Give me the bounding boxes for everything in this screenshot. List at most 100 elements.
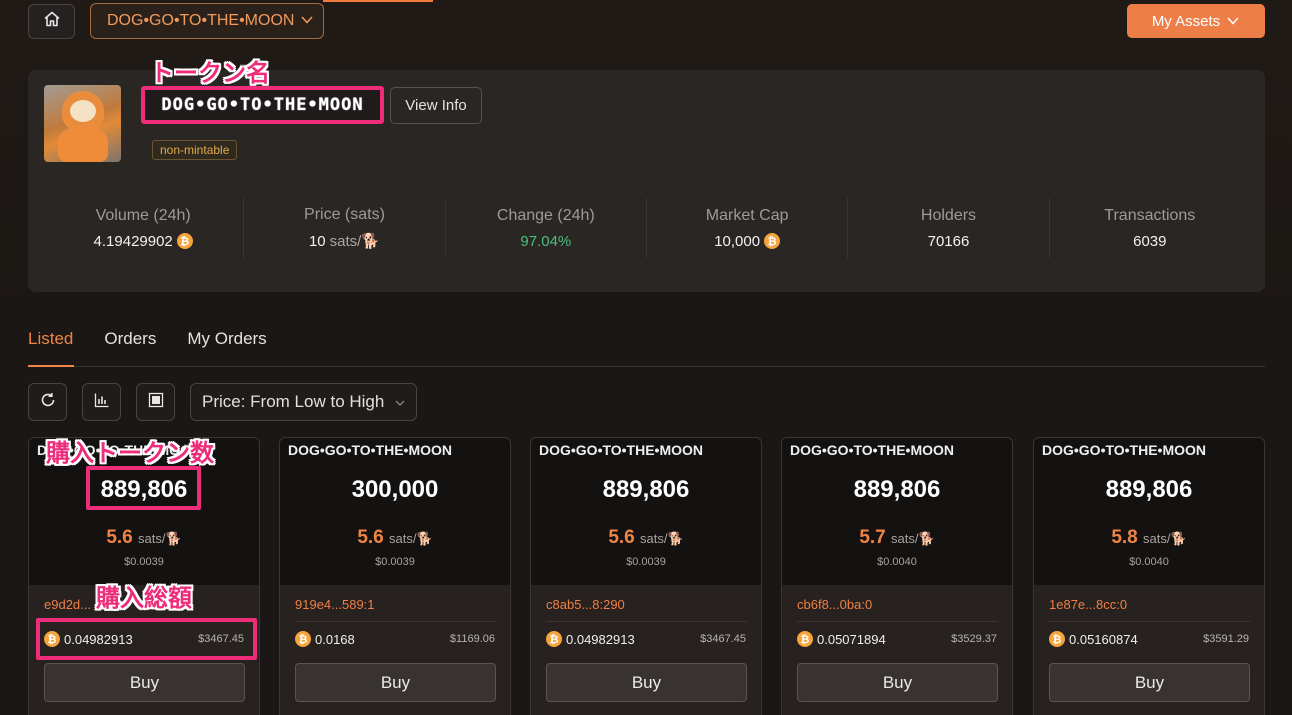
card-unit-price: 5.7 sats/🐕 bbox=[782, 527, 1012, 549]
card-utxo-id[interactable]: cb6f8...0ba:0 bbox=[797, 597, 872, 612]
stat-value-row: 10,000 ₿ bbox=[714, 232, 781, 250]
btc-icon: ₿ bbox=[44, 631, 60, 647]
stat-label: Price (sats) bbox=[304, 206, 385, 223]
annotation-total-price: 購入総額 bbox=[96, 584, 192, 612]
card-total-usd: $3467.45 bbox=[700, 633, 746, 645]
token-stats: Volume (24h) 4.19429902 ₿ Price (sats) 1… bbox=[43, 198, 1250, 258]
card-unit-usd: $0.0039 bbox=[124, 556, 164, 568]
card-utxo-id[interactable]: e9d2d... bbox=[44, 597, 91, 612]
card-total-price: ₿ 0.05160874 bbox=[1049, 631, 1138, 647]
non-mintable-badge: non-mintable bbox=[152, 140, 238, 160]
card-price-value: 5.6 bbox=[608, 527, 635, 548]
btc-icon: ₿ bbox=[295, 631, 311, 647]
divider bbox=[1049, 621, 1250, 622]
card-price-value: 5.6 bbox=[106, 527, 133, 548]
listing-card[interactable]: DOG•GO•TO•THE•MOON 300,000 5.6 sats/🐕 $0… bbox=[279, 437, 511, 715]
divider bbox=[797, 621, 998, 622]
card-total-usd: $3591.29 bbox=[1203, 633, 1249, 645]
buy-button[interactable]: Buy bbox=[295, 663, 496, 702]
stat-label: Market Cap bbox=[705, 206, 789, 224]
stat-price: Price (sats) 10 sats/🐕 bbox=[243, 198, 444, 258]
buy-button[interactable]: Buy bbox=[1049, 663, 1250, 702]
stat-label: Volume (24h) bbox=[95, 206, 191, 224]
annotation-token-amount: 購入トークン数 bbox=[46, 439, 214, 467]
buy-button[interactable]: Buy bbox=[797, 663, 998, 702]
card-price-unit: sats/🐕 bbox=[389, 531, 433, 546]
stat-value: 97.04% bbox=[520, 232, 572, 250]
divider bbox=[295, 621, 496, 622]
view-info-button[interactable]: View Info bbox=[390, 87, 482, 124]
sort-select-label: Price: From Low to High bbox=[202, 392, 385, 411]
grid-view-button[interactable] bbox=[136, 383, 175, 421]
tab-divider bbox=[28, 366, 1265, 367]
stat-label: Change (24h) bbox=[496, 206, 595, 224]
token-name: DOG•GO•TO•THE•MOON bbox=[161, 95, 364, 115]
stat-value-row: 4.19429902 ₿ bbox=[94, 233, 193, 250]
stat-value: 6039 bbox=[1133, 232, 1167, 250]
chevron-down-icon bbox=[394, 392, 406, 412]
refresh-button[interactable] bbox=[28, 383, 67, 421]
listing-card[interactable]: DOG•GO•TO•THE•MOON 889,806 5.7 sats/🐕 $0… bbox=[781, 437, 1013, 715]
home-icon bbox=[43, 10, 61, 33]
card-total-price: ₿ 0.04982913 bbox=[44, 631, 133, 647]
token-selector[interactable]: DOG•GO•TO•THE•MOON bbox=[90, 3, 324, 39]
listing-card[interactable]: DOG•GO•TO•THE•MOON 889,806 5.6 sats/🐕 $0… bbox=[28, 437, 260, 715]
card-unit-price: 5.6 sats/🐕 bbox=[280, 527, 510, 549]
card-price-unit: sats/🐕 bbox=[891, 531, 935, 546]
card-token-title: DOG•GO•TO•THE•MOON bbox=[288, 442, 453, 458]
stat-label: Transactions bbox=[1104, 206, 1196, 224]
stat-value: 10 bbox=[308, 232, 326, 250]
stat-value: 10,000 bbox=[714, 232, 761, 250]
active-tab-underline bbox=[28, 365, 74, 367]
card-unit-price: 5.6 sats/🐕 bbox=[29, 527, 259, 549]
chart-view-button[interactable] bbox=[82, 383, 121, 421]
card-price-value: 5.8 bbox=[1111, 527, 1138, 548]
card-token-amount: 889,806 bbox=[853, 476, 941, 503]
card-token-amount: 300,000 bbox=[351, 476, 439, 503]
square-icon bbox=[148, 392, 164, 413]
card-total-usd: $1169.06 bbox=[449, 633, 495, 645]
stat-value: 70166 bbox=[927, 232, 970, 250]
card-price-value: 5.6 bbox=[357, 527, 384, 548]
refresh-icon bbox=[39, 391, 57, 414]
card-token-amount: 889,806 bbox=[100, 476, 188, 503]
my-assets-label: My Assets bbox=[1151, 12, 1221, 30]
home-button[interactable] bbox=[28, 4, 75, 39]
listing-card[interactable]: DOG•GO•TO•THE•MOON 889,806 5.6 sats/🐕 $0… bbox=[530, 437, 762, 715]
card-unit-usd: $0.0039 bbox=[626, 556, 666, 568]
sort-select[interactable]: Price: From Low to High bbox=[190, 383, 417, 421]
card-total-btc: 0.05071894 bbox=[817, 631, 886, 647]
card-token-title: DOG•GO•TO•THE•MOON bbox=[790, 442, 955, 458]
card-utxo-id[interactable]: 919e4...589:1 bbox=[295, 597, 375, 612]
tab-listed[interactable]: Listed bbox=[28, 329, 73, 358]
card-footer: c8ab5...8:290 ₿ 0.04982913 $3467.45 Buy bbox=[531, 585, 761, 715]
bar-chart-icon bbox=[94, 392, 110, 413]
stat-change: Change (24h) 97.04% bbox=[444, 198, 646, 258]
buy-button[interactable]: Buy bbox=[44, 663, 245, 702]
active-indicator-line bbox=[323, 0, 433, 2]
tab-my-orders[interactable]: My Orders bbox=[187, 329, 266, 358]
card-total-btc: 0.04982913 bbox=[64, 631, 133, 647]
buy-button[interactable]: Buy bbox=[546, 663, 747, 702]
card-total-price: ₿ 0.04982913 bbox=[546, 631, 635, 647]
listing-card[interactable]: DOG•GO•TO•THE•MOON 889,806 5.8 sats/🐕 $0… bbox=[1033, 437, 1265, 715]
card-footer: 1e87e...8cc:0 ₿ 0.05160874 $3591.29 Buy bbox=[1034, 585, 1264, 715]
card-unit-usd: $0.0040 bbox=[1129, 556, 1169, 568]
card-price-unit: sats/🐕 bbox=[1143, 531, 1187, 546]
btc-icon: ₿ bbox=[546, 631, 562, 647]
card-unit-usd: $0.0040 bbox=[877, 556, 917, 568]
card-token-title: DOG•GO•TO•THE•MOON bbox=[1042, 442, 1207, 458]
card-total-btc: 0.04982913 bbox=[566, 631, 635, 647]
btc-icon: ₿ bbox=[764, 233, 781, 249]
tab-orders[interactable]: Orders bbox=[104, 329, 156, 358]
divider bbox=[44, 621, 245, 622]
stat-transactions: Transactions 6039 bbox=[1048, 198, 1250, 258]
card-utxo-id[interactable]: c8ab5...8:290 bbox=[546, 597, 625, 612]
card-footer: cb6f8...0ba:0 ₿ 0.05071894 $3529.37 Buy bbox=[782, 585, 1012, 715]
card-total-usd: $3467.45 bbox=[198, 633, 244, 645]
card-utxo-id[interactable]: 1e87e...8cc:0 bbox=[1049, 597, 1127, 612]
annotation-token-name: トークン名 bbox=[150, 59, 270, 87]
card-price-unit: sats/🐕 bbox=[640, 531, 684, 546]
my-assets-button[interactable]: My Assets bbox=[1127, 4, 1265, 38]
card-total-btc: 0.0168 bbox=[315, 631, 355, 647]
